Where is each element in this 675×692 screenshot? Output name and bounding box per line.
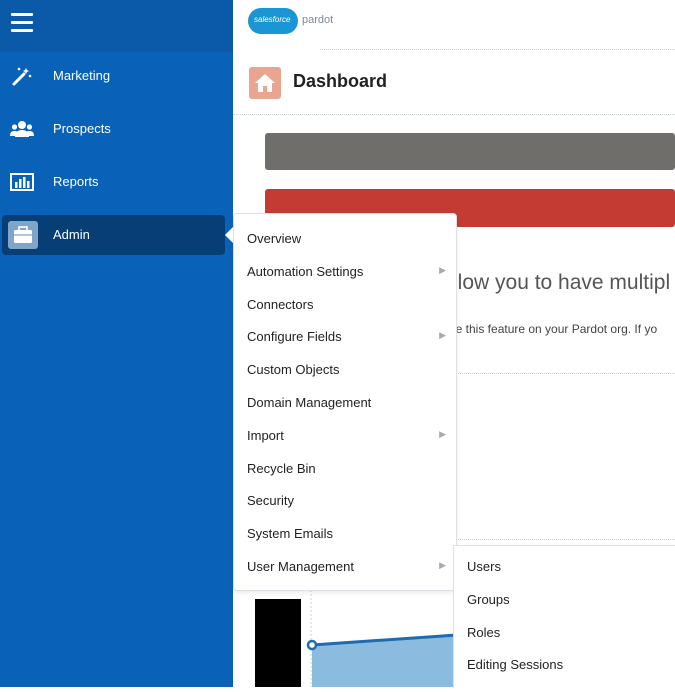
sidebar-item-label: Prospects (53, 121, 111, 136)
sidebar-item-reports[interactable]: Reports (0, 162, 233, 202)
menu-item-custom-objects[interactable]: Custom Objects (234, 353, 456, 385)
chevron-right-icon: ▶ (439, 330, 446, 340)
submenu-item-roles[interactable]: Roles (454, 616, 675, 648)
menu-item-user-management[interactable]: User Management ▶ (234, 550, 456, 582)
sidebar-item-admin[interactable]: Admin (2, 215, 225, 255)
chevron-right-icon: ▶ (439, 429, 446, 439)
gray-banner (265, 133, 675, 170)
menu-item-recycle-bin[interactable]: Recycle Bin (234, 452, 456, 484)
page-title: Dashboard (293, 71, 388, 91)
menu-item-label: Roles (467, 625, 501, 640)
bar-chart-icon (10, 171, 34, 193)
sidebar: Marketing Prospects Reports Admin (0, 0, 233, 687)
menu-item-label: Configure Fields (247, 329, 342, 344)
logo-cloud-text: salesforce (254, 15, 291, 24)
magic-wand-icon (10, 65, 34, 87)
menu-item-label: Groups (467, 592, 510, 607)
sidebar-item-label: Reports (53, 174, 99, 189)
menu-item-label: Users (467, 559, 501, 574)
menu-item-connectors[interactable]: Connectors (234, 288, 456, 320)
submenu-item-groups[interactable]: Groups (454, 583, 675, 615)
menu-item-label: Automation Settings (247, 264, 364, 279)
menu-item-label: System Emails (247, 526, 333, 541)
divider (453, 373, 675, 374)
chart-point (306, 639, 318, 651)
pardot-logo[interactable]: salesforce pardot (248, 6, 333, 36)
menu-item-domain-management[interactable]: Domain Management (234, 386, 456, 418)
admin-menu: Overview Automation Settings ▶ Connectors… (233, 213, 457, 591)
menu-item-label: User Management (247, 559, 354, 574)
menu-item-automation-settings[interactable]: Automation Settings ▶ (234, 255, 456, 287)
submenu-item-users[interactable]: Users (454, 550, 675, 582)
menu-item-import[interactable]: Import ▶ (234, 419, 456, 451)
sidebar-header (0, 0, 233, 52)
menu-item-label: Domain Management (247, 395, 372, 410)
menu-pointer (225, 227, 233, 243)
menu-item-label: Overview (247, 231, 302, 246)
chevron-right-icon: ▶ (439, 265, 446, 275)
sidebar-item-prospects[interactable]: Prospects (0, 109, 233, 149)
menu-item-configure-fields[interactable]: Configure Fields ▶ (234, 320, 456, 352)
menu-item-security[interactable]: Security (234, 484, 456, 516)
briefcase-icon (8, 221, 38, 249)
menu-item-system-emails[interactable]: System Emails (234, 517, 456, 549)
sidebar-item-label: Admin (53, 227, 90, 242)
submenu-item-editing-sessions[interactable]: Editing Sessions (454, 648, 675, 680)
menu-item-label: Connectors (247, 297, 314, 312)
hamburger-menu-icon[interactable] (11, 13, 33, 33)
banner-subtext: le this feature on your Pardot org. If y… (453, 322, 658, 336)
people-icon (10, 118, 34, 140)
logo-text: pardot (302, 14, 334, 26)
menu-item-overview[interactable]: Overview (234, 222, 456, 254)
chart-black-block (255, 599, 301, 687)
menu-item-label: Editing Sessions (467, 657, 564, 672)
menu-item-label: Recycle Bin (247, 461, 316, 476)
divider (453, 539, 675, 540)
menu-item-label: Custom Objects (247, 362, 340, 377)
page-header: Dashboard (233, 62, 675, 115)
sidebar-item-label: Marketing (53, 68, 111, 83)
chevron-right-icon: ▶ (439, 560, 446, 570)
user-management-submenu: Users Groups Roles Editing Sessions (453, 545, 675, 688)
home-icon (249, 67, 281, 99)
menu-item-label: Import (247, 428, 284, 443)
sidebar-item-marketing[interactable]: Marketing (0, 56, 233, 96)
banner-heading: llow you to have multipl (453, 271, 671, 294)
menu-item-label: Security (247, 493, 294, 508)
header-divider (320, 49, 675, 50)
